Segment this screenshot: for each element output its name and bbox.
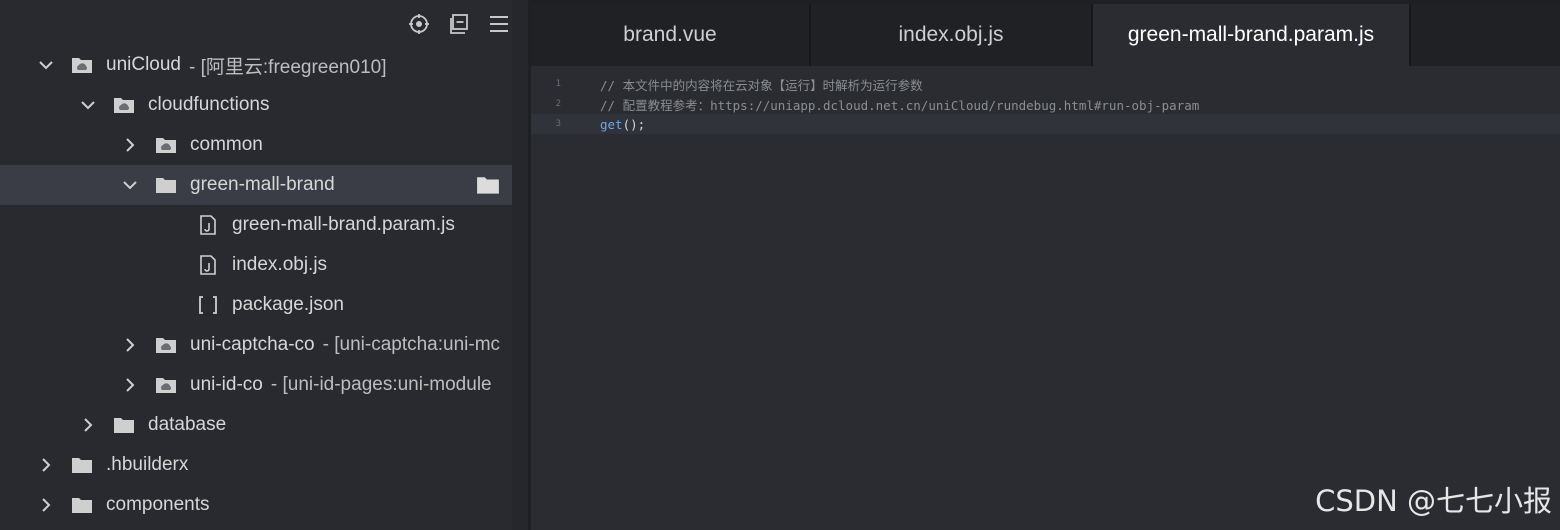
code-punctuation: (); <box>622 116 646 132</box>
chevron-right-icon[interactable] <box>36 495 56 515</box>
watermark: CSDN @七七小报 <box>1315 484 1552 518</box>
folder-icon <box>154 174 178 196</box>
tree-item-label: components <box>106 494 210 515</box>
chevron-right-icon[interactable] <box>120 375 140 395</box>
tree-item[interactable]: uniCloud - [阿里云:freegreen010] <box>0 45 512 85</box>
explorer-toolbar <box>406 10 512 38</box>
chevron-right-icon[interactable] <box>120 135 140 155</box>
code-comment: // 本文件中的内容将在云对象【运行】时解析为运行参数 <box>600 77 923 93</box>
chevron-right-icon[interactable] <box>78 415 98 435</box>
tree-item[interactable]: components <box>0 485 512 525</box>
tree-item-label: cloudfunctions <box>148 94 270 115</box>
line-number: 2 <box>555 99 561 109</box>
code-line[interactable]: 1 // 本文件中的内容将在云对象【运行】时解析为运行参数 <box>531 74 1560 94</box>
js-file-icon <box>196 214 220 236</box>
chevron-down-icon[interactable] <box>120 175 140 195</box>
tree-item-label: common <box>190 134 263 155</box>
menu-icon[interactable] <box>486 11 512 37</box>
tree-item-label: green-mall-brand.param.js <box>232 214 455 235</box>
explorer-scrollbar[interactable] <box>512 0 528 530</box>
chevron-down-icon[interactable] <box>78 95 98 115</box>
code-line[interactable]: 3 get (); <box>531 114 1560 134</box>
cloud-folder-icon <box>70 54 94 76</box>
folder-icon <box>70 494 94 516</box>
open-folder-icon[interactable] <box>476 174 500 196</box>
tree-item-label: index.obj.js <box>232 254 328 275</box>
folder-icon <box>70 454 94 476</box>
tree-item[interactable]: green-mall-brand.param.js <box>0 205 512 245</box>
tree-item[interactable]: package.json <box>0 285 512 325</box>
tree-item-label: package.json <box>232 294 344 315</box>
line-number: 3 <box>555 119 561 129</box>
tree-item-label: uni-id-co <box>190 374 263 395</box>
file-explorer: uniCloud - [阿里云:freegreen010] cloudfunctio… <box>0 0 512 530</box>
tree-item-label: .hbuilderx <box>106 454 189 475</box>
js-file-icon <box>196 254 220 276</box>
cloud-folder-icon <box>154 374 178 396</box>
collapse-all-icon[interactable] <box>446 11 472 37</box>
tree-item[interactable]: index.obj.js <box>0 245 512 285</box>
cloud-folder-icon <box>154 334 178 356</box>
line-number: 1 <box>555 79 561 89</box>
editor-tab[interactable]: brand.vue <box>531 4 811 66</box>
json-file-icon <box>196 294 220 316</box>
tree-item-suffix: - [uni-id-pages:uni-module <box>270 374 492 395</box>
code-area[interactable]: 1 // 本文件中的内容将在云对象【运行】时解析为运行参数 2 // 配置教程参考：h… <box>531 74 1560 134</box>
tree-item-label: uniCloud <box>106 54 181 75</box>
chevron-right-icon[interactable] <box>36 455 56 475</box>
tree-item[interactable]: green-mall-brand <box>0 165 512 205</box>
tree-item-label: green-mall-brand <box>190 174 335 195</box>
editor-tab[interactable]: green-mall-brand.param.js <box>1093 4 1411 66</box>
cloud-folder-icon <box>154 134 178 156</box>
tree-item[interactable]: .hbuilderx <box>0 445 512 485</box>
tree-item-suffix: - [阿里云:freegreen010] <box>189 56 387 78</box>
editor-tab[interactable]: index.obj.js <box>811 4 1093 66</box>
code-editor: brand.vue index.obj.js green-mall-brand.pa… <box>531 0 1560 530</box>
code-function-call: get <box>600 116 623 132</box>
tree-item[interactable]: uni-id-co - [uni-id-pages:uni-module <box>0 365 512 405</box>
tree-item[interactable]: common <box>0 125 512 165</box>
tree-item[interactable]: cloudfunctions <box>0 85 512 125</box>
chevron-down-icon[interactable] <box>36 55 56 75</box>
locate-icon[interactable] <box>406 11 432 37</box>
folder-icon <box>112 414 136 436</box>
cloud-folder-icon <box>112 94 136 116</box>
editor-tab-bar: brand.vue index.obj.js green-mall-brand.pa… <box>531 4 1560 66</box>
chevron-right-icon[interactable] <box>120 335 140 355</box>
tree-item-label: database <box>148 414 227 435</box>
code-comment: // 配置教程参考：https://uniapp.dcloud.net.cn/u… <box>600 97 1200 113</box>
tree-item[interactable]: database <box>0 405 512 445</box>
editor-top-border <box>531 0 1560 4</box>
code-line[interactable]: 2 // 配置教程参考：https://uniapp.dcloud.net.cn/… <box>531 94 1560 114</box>
tree-item-suffix: - [uni-captcha:uni-mc <box>322 334 501 355</box>
tree-item-label: uni-captcha-co <box>190 334 315 355</box>
tree-item[interactable]: uni-captcha-co - [uni-captcha:uni-mc <box>0 325 512 365</box>
